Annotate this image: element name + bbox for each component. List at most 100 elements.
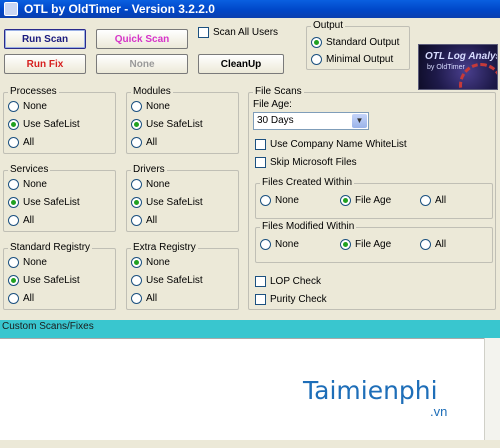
- scan-all-users-box[interactable]: [198, 27, 209, 38]
- purity-check-box[interactable]: [255, 294, 266, 305]
- radio-dot[interactable]: [8, 257, 19, 268]
- radio-label: Use SafeList: [146, 275, 203, 286]
- created-file-age-radio[interactable]: File Age: [340, 195, 391, 206]
- skip-microsoft-checkbox[interactable]: Skip Microsoft Files: [255, 157, 357, 168]
- file-age-label: File Age:: [253, 99, 292, 110]
- radio-dot[interactable]: [8, 119, 19, 130]
- modified-file-age-radio[interactable]: File Age: [340, 239, 391, 250]
- window-titlebar: OTL by OldTimer - Version 3.2.2.0: [0, 0, 500, 18]
- extra-registry-all-radio[interactable]: All: [131, 293, 157, 304]
- main-panel: Run Scan Quick Scan Scan All Users Run F…: [0, 18, 500, 448]
- created-all-radio[interactable]: All: [420, 195, 446, 206]
- radio-dot[interactable]: [340, 195, 351, 206]
- otl-logo: OTL Log Analysis by OldTimer: [418, 44, 498, 90]
- radio-dot[interactable]: [260, 195, 271, 206]
- run-scan-button[interactable]: Run Scan: [4, 29, 86, 49]
- processes-safelist-radio[interactable]: Use SafeList: [8, 119, 80, 130]
- watermark-brand: Taimienphi: [303, 376, 438, 405]
- radio-label: Use SafeList: [146, 119, 203, 130]
- modules-safelist-radio[interactable]: Use SafeList: [131, 119, 203, 130]
- radio-label: None: [146, 257, 170, 268]
- radio-dot[interactable]: [8, 197, 19, 208]
- custom-scans-label: Custom Scans/Fixes: [2, 321, 94, 332]
- purity-check-checkbox[interactable]: Purity Check: [255, 294, 327, 305]
- radio-label: None: [23, 257, 47, 268]
- none-button[interactable]: None: [96, 54, 188, 74]
- chevron-down-icon[interactable]: ▼: [352, 114, 367, 128]
- output-title: Output: [311, 20, 346, 32]
- processes-all-radio[interactable]: All: [8, 137, 34, 148]
- quick-scan-button[interactable]: Quick Scan: [96, 29, 188, 49]
- none-button-label: None: [129, 58, 155, 70]
- modified-none-radio[interactable]: None: [260, 239, 299, 250]
- skip-microsoft-label: Skip Microsoft Files: [270, 157, 357, 168]
- modules-all-radio[interactable]: All: [131, 137, 157, 148]
- radio-label: All: [146, 137, 158, 148]
- radio-dot[interactable]: [340, 239, 351, 250]
- radio-dot[interactable]: [131, 257, 142, 268]
- radio-dot[interactable]: [420, 239, 431, 250]
- modified-all-radio[interactable]: All: [420, 239, 446, 250]
- radio-dot[interactable]: [8, 137, 19, 148]
- output-minimal-radio[interactable]: Minimal Output: [311, 54, 393, 65]
- radio-dot[interactable]: [131, 275, 142, 286]
- lop-check-checkbox[interactable]: LOP Check: [255, 276, 321, 287]
- services-all-radio[interactable]: All: [8, 215, 34, 226]
- extra-registry-group: Extra Registry None Use SafeList All: [126, 242, 239, 310]
- radio-dot[interactable]: [8, 293, 19, 304]
- radio-dot[interactable]: [8, 179, 19, 190]
- standard-registry-safelist-radio[interactable]: Use SafeList: [8, 275, 80, 286]
- cleanup-button[interactable]: CleanUp: [198, 54, 284, 74]
- output-minimal-label: Minimal Output: [326, 54, 394, 65]
- radio-label: All: [435, 195, 447, 206]
- standard-registry-title: Standard Registry: [8, 242, 93, 254]
- scan-all-users-checkbox[interactable]: Scan All Users: [198, 27, 278, 38]
- created-none-radio[interactable]: None: [260, 195, 299, 206]
- drivers-all-radio[interactable]: All: [131, 215, 157, 226]
- radio-dot[interactable]: [311, 54, 322, 65]
- radio-dot[interactable]: [8, 101, 19, 112]
- custom-scans-scrollbar[interactable]: [484, 338, 500, 440]
- services-none-radio[interactable]: None: [8, 179, 47, 190]
- files-created-group: Files Created Within None File Age All: [255, 177, 493, 219]
- radio-dot[interactable]: [131, 119, 142, 130]
- radio-label: None: [23, 179, 47, 190]
- lop-check-box[interactable]: [255, 276, 266, 287]
- extra-registry-safelist-radio[interactable]: Use SafeList: [131, 275, 203, 286]
- extra-registry-none-radio[interactable]: None: [131, 257, 170, 268]
- watermark-domain: .vn: [430, 404, 448, 419]
- company-whitelist-box[interactable]: [255, 139, 266, 150]
- standard-registry-none-radio[interactable]: None: [8, 257, 47, 268]
- services-safelist-radio[interactable]: Use SafeList: [8, 197, 80, 208]
- radio-dot[interactable]: [420, 195, 431, 206]
- radio-dot[interactable]: [131, 101, 142, 112]
- radio-dot[interactable]: [131, 137, 142, 148]
- radio-label: All: [435, 239, 447, 250]
- company-whitelist-checkbox[interactable]: Use Company Name WhiteList: [255, 139, 407, 150]
- output-group: Output Standard Output Minimal Output: [306, 20, 410, 70]
- skip-microsoft-box[interactable]: [255, 157, 266, 168]
- radio-dot[interactable]: [8, 215, 19, 226]
- radio-dot[interactable]: [311, 37, 322, 48]
- radio-dot[interactable]: [131, 197, 142, 208]
- radio-dot[interactable]: [8, 275, 19, 286]
- standard-registry-all-radio[interactable]: All: [8, 293, 34, 304]
- radio-label: All: [146, 293, 158, 304]
- modules-none-radio[interactable]: None: [131, 101, 170, 112]
- drivers-none-radio[interactable]: None: [131, 179, 170, 190]
- run-fix-button[interactable]: Run Fix: [4, 54, 86, 74]
- radio-dot[interactable]: [131, 215, 142, 226]
- radio-dot[interactable]: [131, 293, 142, 304]
- drivers-safelist-radio[interactable]: Use SafeList: [131, 197, 203, 208]
- standard-registry-group: Standard Registry None Use SafeList All: [3, 242, 116, 310]
- radio-label: File Age: [355, 239, 392, 250]
- output-standard-radio[interactable]: Standard Output: [311, 37, 399, 48]
- file-scans-group: File Scans File Age: 30 Days ▼ Use Compa…: [248, 86, 496, 310]
- radio-label: None: [275, 195, 299, 206]
- output-standard-label: Standard Output: [326, 37, 400, 48]
- processes-none-radio[interactable]: None: [8, 101, 47, 112]
- logo-title: OTL Log Analysis: [425, 51, 497, 62]
- file-age-dropdown[interactable]: 30 Days ▼: [253, 112, 369, 130]
- radio-dot[interactable]: [260, 239, 271, 250]
- radio-dot[interactable]: [131, 179, 142, 190]
